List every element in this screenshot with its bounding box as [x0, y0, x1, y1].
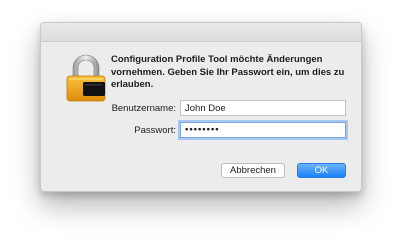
- cancel-button[interactable]: Abbrechen: [221, 163, 285, 178]
- screen: Configuration Profile Tool möchte Änderu…: [0, 0, 400, 248]
- username-field[interactable]: [180, 100, 346, 116]
- password-field[interactable]: ••••••••: [180, 122, 346, 138]
- ok-button[interactable]: OK: [297, 163, 346, 178]
- lock-icon: [63, 53, 109, 103]
- username-label: Benutzername:: [111, 103, 176, 114]
- authentication-dialog: Configuration Profile Tool möchte Änderu…: [40, 22, 362, 192]
- dialog-message: Configuration Profile Tool möchte Änderu…: [111, 54, 345, 90]
- password-label: Passwort:: [134, 125, 176, 136]
- dialog-titlebar: [41, 23, 361, 42]
